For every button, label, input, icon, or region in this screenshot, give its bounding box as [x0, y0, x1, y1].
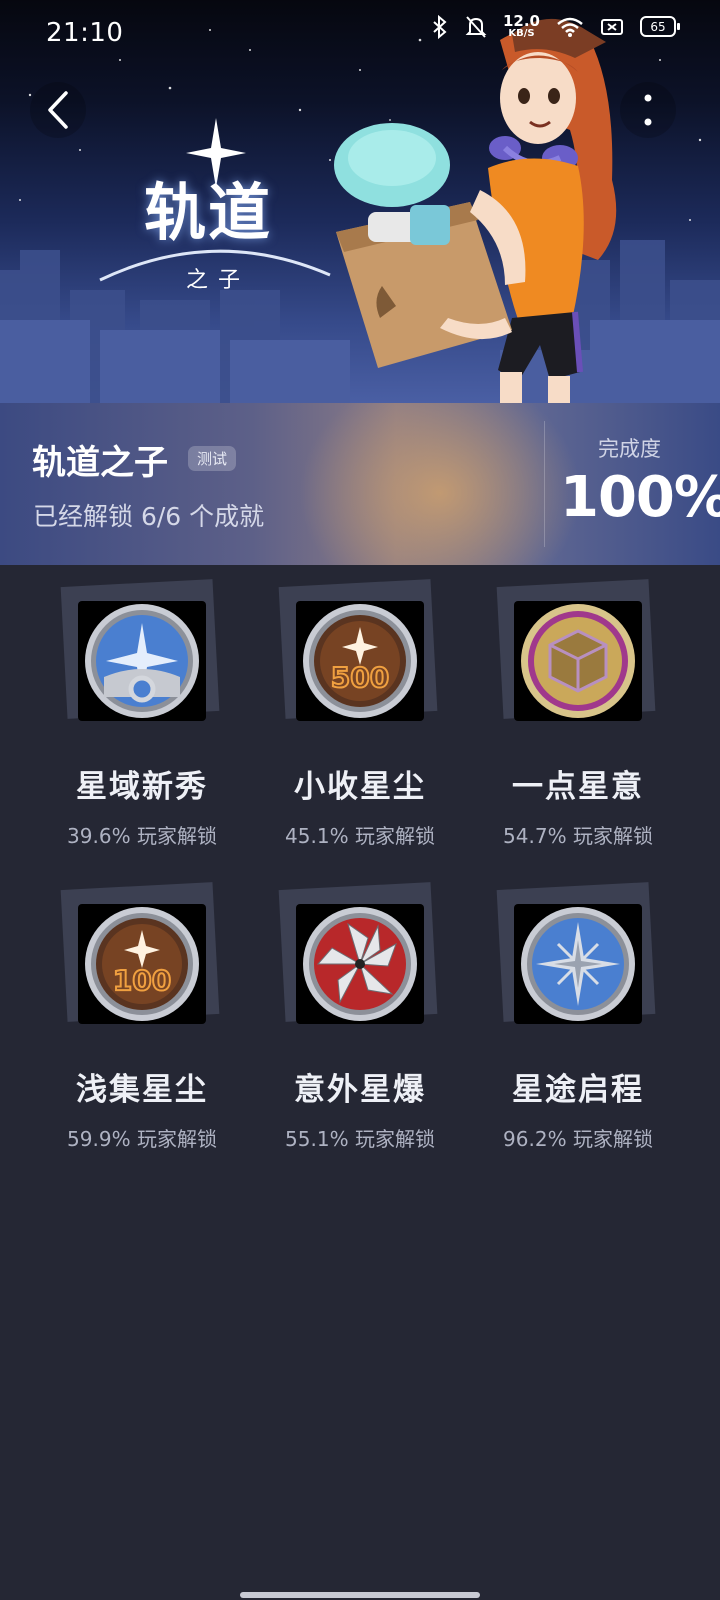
achievement-unlock-rate: 39.6% 玩家解锁: [67, 824, 217, 848]
achievement-name: 星途启程: [512, 1072, 644, 1108]
achievement-unlock-rate: 55.1% 玩家解锁: [285, 1127, 435, 1151]
achievement-card[interactable]: 星途启程 96.2% 玩家解锁: [468, 868, 688, 1151]
status-icons: 12.0 KB/S 65: [431, 14, 680, 39]
test-badge: 测试: [188, 446, 237, 471]
bronze-100-medal-icon: 100: [85, 907, 199, 1021]
chevron-left-icon: [48, 91, 68, 129]
network-speed: 12.0 KB/S: [503, 14, 540, 39]
blue-star-ring-medal-icon: [85, 604, 199, 718]
gold-cube-medal-icon: [521, 604, 635, 718]
achievement-icon-tile: [514, 601, 642, 721]
achievement-name: 意外星爆: [294, 1072, 426, 1108]
achievement-name: 浅集星尘: [76, 1072, 208, 1108]
game-title: 轨道之子: [32, 443, 168, 483]
achievement-icon-tile: 100: [78, 904, 206, 1024]
red-burst-medal-icon: [303, 907, 417, 1021]
achievement-name: 星域新秀: [76, 769, 208, 805]
sim-off-icon: [601, 18, 623, 35]
network-speed-value: 12.0: [502, 12, 540, 30]
more-vertical-icon: [644, 94, 652, 126]
achievement-icon-tile: [514, 904, 642, 1024]
achievements-page: 21:10 12.0 KB/S 65 轨道 之子 轨道之子 测试 已经解锁 6/…: [0, 0, 720, 1600]
achievement-unlock-rate: 45.1% 玩家解锁: [285, 824, 435, 848]
unlock-count-text: 已经解锁 6/6 个成就: [33, 502, 265, 531]
game-logo: 轨道 之子: [100, 110, 330, 300]
achievement-card[interactable]: 星域新秀 39.6% 玩家解锁: [32, 565, 252, 848]
wifi-icon: [557, 17, 583, 37]
completion-value: 100%: [560, 465, 720, 530]
achievement-card[interactable]: 一点星意 54.7% 玩家解锁: [468, 565, 688, 848]
game-info-bar: 轨道之子 测试 已经解锁 6/6 个成就 完成度 100%: [0, 403, 720, 565]
bluetooth-icon: [433, 14, 447, 39]
status-bar: 21:10 12.0 KB/S 65: [0, 0, 720, 72]
completion-label: 完成度: [598, 437, 661, 461]
silent-bell-icon: [465, 15, 487, 38]
blue-compass-star-medal-icon: [521, 907, 635, 1021]
status-time: 21:10: [46, 18, 124, 48]
back-button[interactable]: [30, 82, 86, 138]
achievement-card[interactable]: 500 小收星尘 45.1% 玩家解锁: [250, 565, 470, 848]
svg-text:500: 500: [331, 661, 389, 694]
home-indicator[interactable]: [240, 1592, 480, 1598]
achievement-icon-tile: [296, 904, 424, 1024]
achievement-icon-tile: 500: [296, 601, 424, 721]
achievement-unlock-rate: 54.7% 玩家解锁: [503, 824, 653, 848]
svg-text:100: 100: [113, 964, 171, 997]
game-banner: 21:10 12.0 KB/S 65 轨道 之子: [0, 0, 720, 403]
battery-icon: 65: [640, 16, 680, 37]
achievement-card[interactable]: 意外星爆 55.1% 玩家解锁: [250, 868, 470, 1151]
achievement-name: 小收星尘: [294, 769, 426, 805]
network-speed-unit: KB/S: [508, 28, 535, 39]
more-options-button[interactable]: [620, 82, 676, 138]
game-logo-sub-text: 之子: [186, 268, 251, 293]
achievement-icon-tile: [78, 601, 206, 721]
achievement-name: 一点星意: [512, 769, 644, 805]
game-logo-main-text: 轨道: [144, 176, 273, 249]
achievement-unlock-rate: 59.9% 玩家解锁: [67, 1127, 217, 1151]
info-divider: [544, 421, 545, 547]
achievement-card[interactable]: 100 浅集星尘 59.9% 玩家解锁: [32, 868, 252, 1151]
achievement-unlock-rate: 96.2% 玩家解锁: [503, 1127, 653, 1151]
bronze-500-medal-icon: 500: [303, 604, 417, 718]
